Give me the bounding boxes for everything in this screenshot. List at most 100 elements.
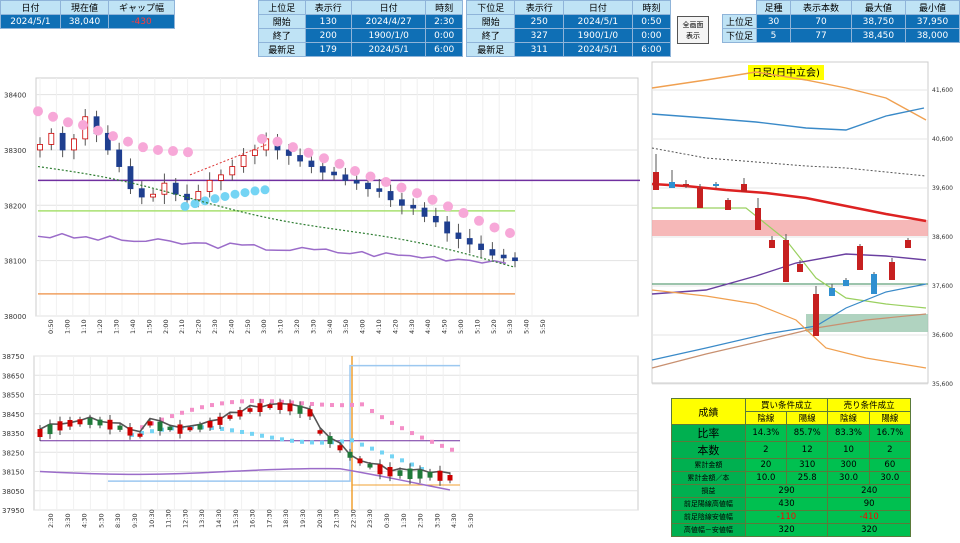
current-value: 38,040 <box>59 14 110 29</box>
candle <box>342 174 349 181</box>
candle <box>797 264 803 272</box>
x-tick-label: 13:30 <box>198 509 206 528</box>
y-tick-label: 38250 <box>2 449 24 457</box>
band-dot <box>183 147 193 158</box>
band-dot <box>443 201 453 212</box>
x-tick-label: 4:00 <box>359 319 367 334</box>
band-dot <box>360 402 364 407</box>
plot-area <box>35 77 639 317</box>
candle <box>138 188 145 198</box>
band-dot <box>288 142 298 153</box>
candle <box>172 182 179 195</box>
full-screen-line2: 表示 <box>686 32 700 40</box>
band-dot <box>390 420 394 425</box>
upper-r2-row: 179 <box>304 42 353 57</box>
candle <box>353 179 360 184</box>
band-dot <box>257 133 267 144</box>
stats-cell: 85.7% <box>786 424 829 442</box>
band-dot <box>230 189 240 199</box>
candle <box>376 188 383 192</box>
upper-r2-label: 最新足 <box>258 42 306 57</box>
band-dot <box>427 194 438 205</box>
stats-cell: -410 <box>827 510 911 524</box>
x-tick-label: 18:30 <box>282 509 290 528</box>
upper-r0-row[interactable]: 130 <box>304 14 353 29</box>
band-dot <box>390 454 394 459</box>
stats-cell: 300 <box>827 458 870 472</box>
band-dot <box>220 401 224 406</box>
x-tick-label: 1:10 <box>80 319 88 334</box>
current-price-table: 日付 現在値 ギャップ幅 2024/5/1 38,040 -430 <box>0 0 175 29</box>
band-dot <box>396 182 407 193</box>
candle <box>410 204 417 209</box>
band-dot <box>474 215 484 226</box>
x-tick-label: 16:30 <box>249 509 257 528</box>
upper-r0-time: 2:30 <box>425 14 463 29</box>
band-dot <box>180 410 184 415</box>
y-tick-label: 39,600 <box>932 185 953 192</box>
upper-r1-time: 0:00 <box>425 28 463 43</box>
candle <box>725 200 731 210</box>
stats-cell: 2 <box>744 441 788 459</box>
stats-sub2: 陰線 <box>827 411 870 425</box>
lower-timeframe-table: 下位足 表示行 日付 時刻 開始 250 2024/5/1 0:50 終了 32… <box>465 0 672 57</box>
candle <box>871 274 877 294</box>
band-dot <box>334 158 345 169</box>
candle <box>432 215 439 223</box>
range-r1-type[interactable]: 5 <box>755 28 792 43</box>
y-tick-label: 37950 <box>2 507 24 515</box>
band-dot <box>272 136 283 147</box>
range-r0-count[interactable]: 70 <box>790 14 852 29</box>
band-dot <box>360 442 364 447</box>
candle <box>417 469 423 479</box>
stats-cell: 2 <box>868 441 912 459</box>
lower-h0: 下位足 <box>465 0 516 15</box>
candle <box>367 463 373 468</box>
band-dot <box>489 222 500 233</box>
y-tick-label: 40,600 <box>932 136 953 143</box>
candle <box>669 182 675 188</box>
candle <box>347 451 353 458</box>
band-dot <box>440 443 444 448</box>
band-dot <box>230 400 234 405</box>
band-zone <box>652 220 928 236</box>
band-dot <box>200 405 204 410</box>
upper-r1-label: 終了 <box>258 28 306 43</box>
band-dot <box>63 117 73 128</box>
performance-table: 成績 買い条件成立 売り条件成立 陰線 陽線 陰線 陽線 比率 14.3% 85… <box>671 398 912 537</box>
upper-r1-row[interactable]: 200 <box>304 28 353 43</box>
band-dot <box>230 428 234 433</box>
band-dot <box>48 111 58 122</box>
stats-sub3: 陽線 <box>868 411 912 425</box>
range-r0-type[interactable]: 30 <box>755 14 792 29</box>
candle <box>397 470 403 476</box>
band-dot <box>505 227 515 238</box>
candle <box>217 416 223 425</box>
range-h1: 表示本数 <box>790 0 852 15</box>
lower-r1-date: 1900/1/0 <box>562 28 633 43</box>
band-zone <box>806 314 928 332</box>
band-dot <box>340 403 344 408</box>
y-tick-label: 36,600 <box>932 332 953 339</box>
x-tick-label: 8:30 <box>114 513 122 528</box>
band-dot <box>33 106 43 117</box>
band-dot <box>381 177 391 188</box>
band-dot <box>380 415 384 420</box>
col-gap: ギャップ幅 <box>108 0 175 15</box>
band-dot <box>220 426 224 431</box>
candle <box>683 184 689 186</box>
band-dot <box>240 429 244 434</box>
stats-row-label: 前足陽線高値幅 <box>671 497 746 511</box>
range-r1-count[interactable]: 77 <box>790 28 852 43</box>
lower-r0-row[interactable]: 250 <box>514 14 564 29</box>
y-tick-label: 38350 <box>2 430 24 438</box>
candle <box>857 246 863 270</box>
lower-r1-row[interactable]: 327 <box>514 28 564 43</box>
stats-row-label: 損益 <box>671 484 746 498</box>
full-screen-button[interactable]: 全画面 表示 <box>677 16 709 44</box>
band-dot <box>350 402 354 407</box>
lower-r1-label: 終了 <box>465 28 516 43</box>
band-dot <box>210 403 214 408</box>
x-tick-label: 1:30 <box>400 513 408 528</box>
candle <box>813 294 819 336</box>
